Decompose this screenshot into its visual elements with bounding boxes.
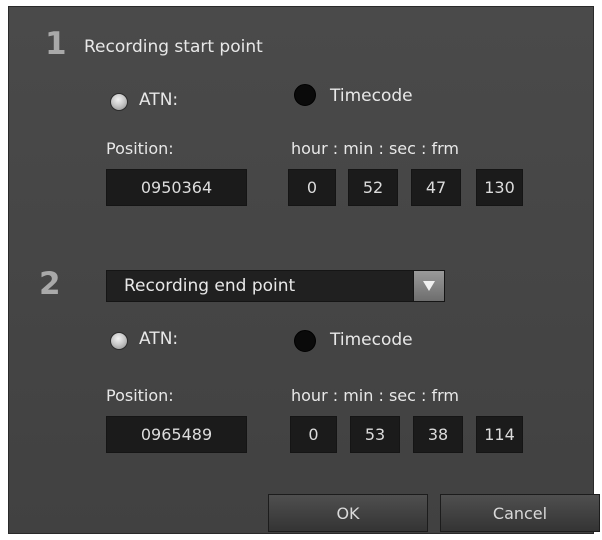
end-timecode-radio[interactable] [294,330,316,352]
end-min-input[interactable]: 53 [350,416,400,453]
end-frm-input[interactable]: 114 [476,416,523,453]
step-number-1: 1 [45,26,67,62]
start-min-input[interactable]: 52 [348,169,398,206]
start-position-label: Position: [106,139,174,158]
start-position-input[interactable]: 0950364 [106,169,247,206]
triangle-down-icon[interactable] [413,271,444,301]
end-hour-input[interactable]: 0 [290,416,337,453]
ok-button[interactable]: OK [268,494,428,532]
step-number-2: 2 [39,266,61,302]
end-point-dropdown-value: Recording end point [124,276,296,296]
start-hour-input[interactable]: 0 [288,169,336,206]
start-atn-label: ATN: [139,90,179,110]
start-sec-input[interactable]: 47 [411,169,461,206]
start-timecode-label: Timecode [330,86,413,106]
end-sec-input[interactable]: 38 [413,416,463,453]
end-position-label: Position: [106,386,174,405]
start-frm-input[interactable]: 130 [476,169,523,206]
end-timecode-format-label: hour : min : sec : frm [291,386,459,405]
cancel-button[interactable]: Cancel [440,494,600,532]
end-position-input[interactable]: 0965489 [106,416,247,453]
end-timecode-label: Timecode [330,330,413,350]
recording-range-dialog: 1 Recording start point ATN: Timecode Po… [8,6,600,534]
end-atn-label: ATN: [139,329,179,349]
start-timecode-radio[interactable] [294,84,316,106]
end-point-dropdown[interactable]: Recording end point [106,270,445,302]
start-timecode-format-label: hour : min : sec : frm [291,139,459,158]
start-atn-radio[interactable] [110,93,128,111]
start-section-title: Recording start point [84,37,263,57]
end-atn-radio[interactable] [110,332,128,350]
